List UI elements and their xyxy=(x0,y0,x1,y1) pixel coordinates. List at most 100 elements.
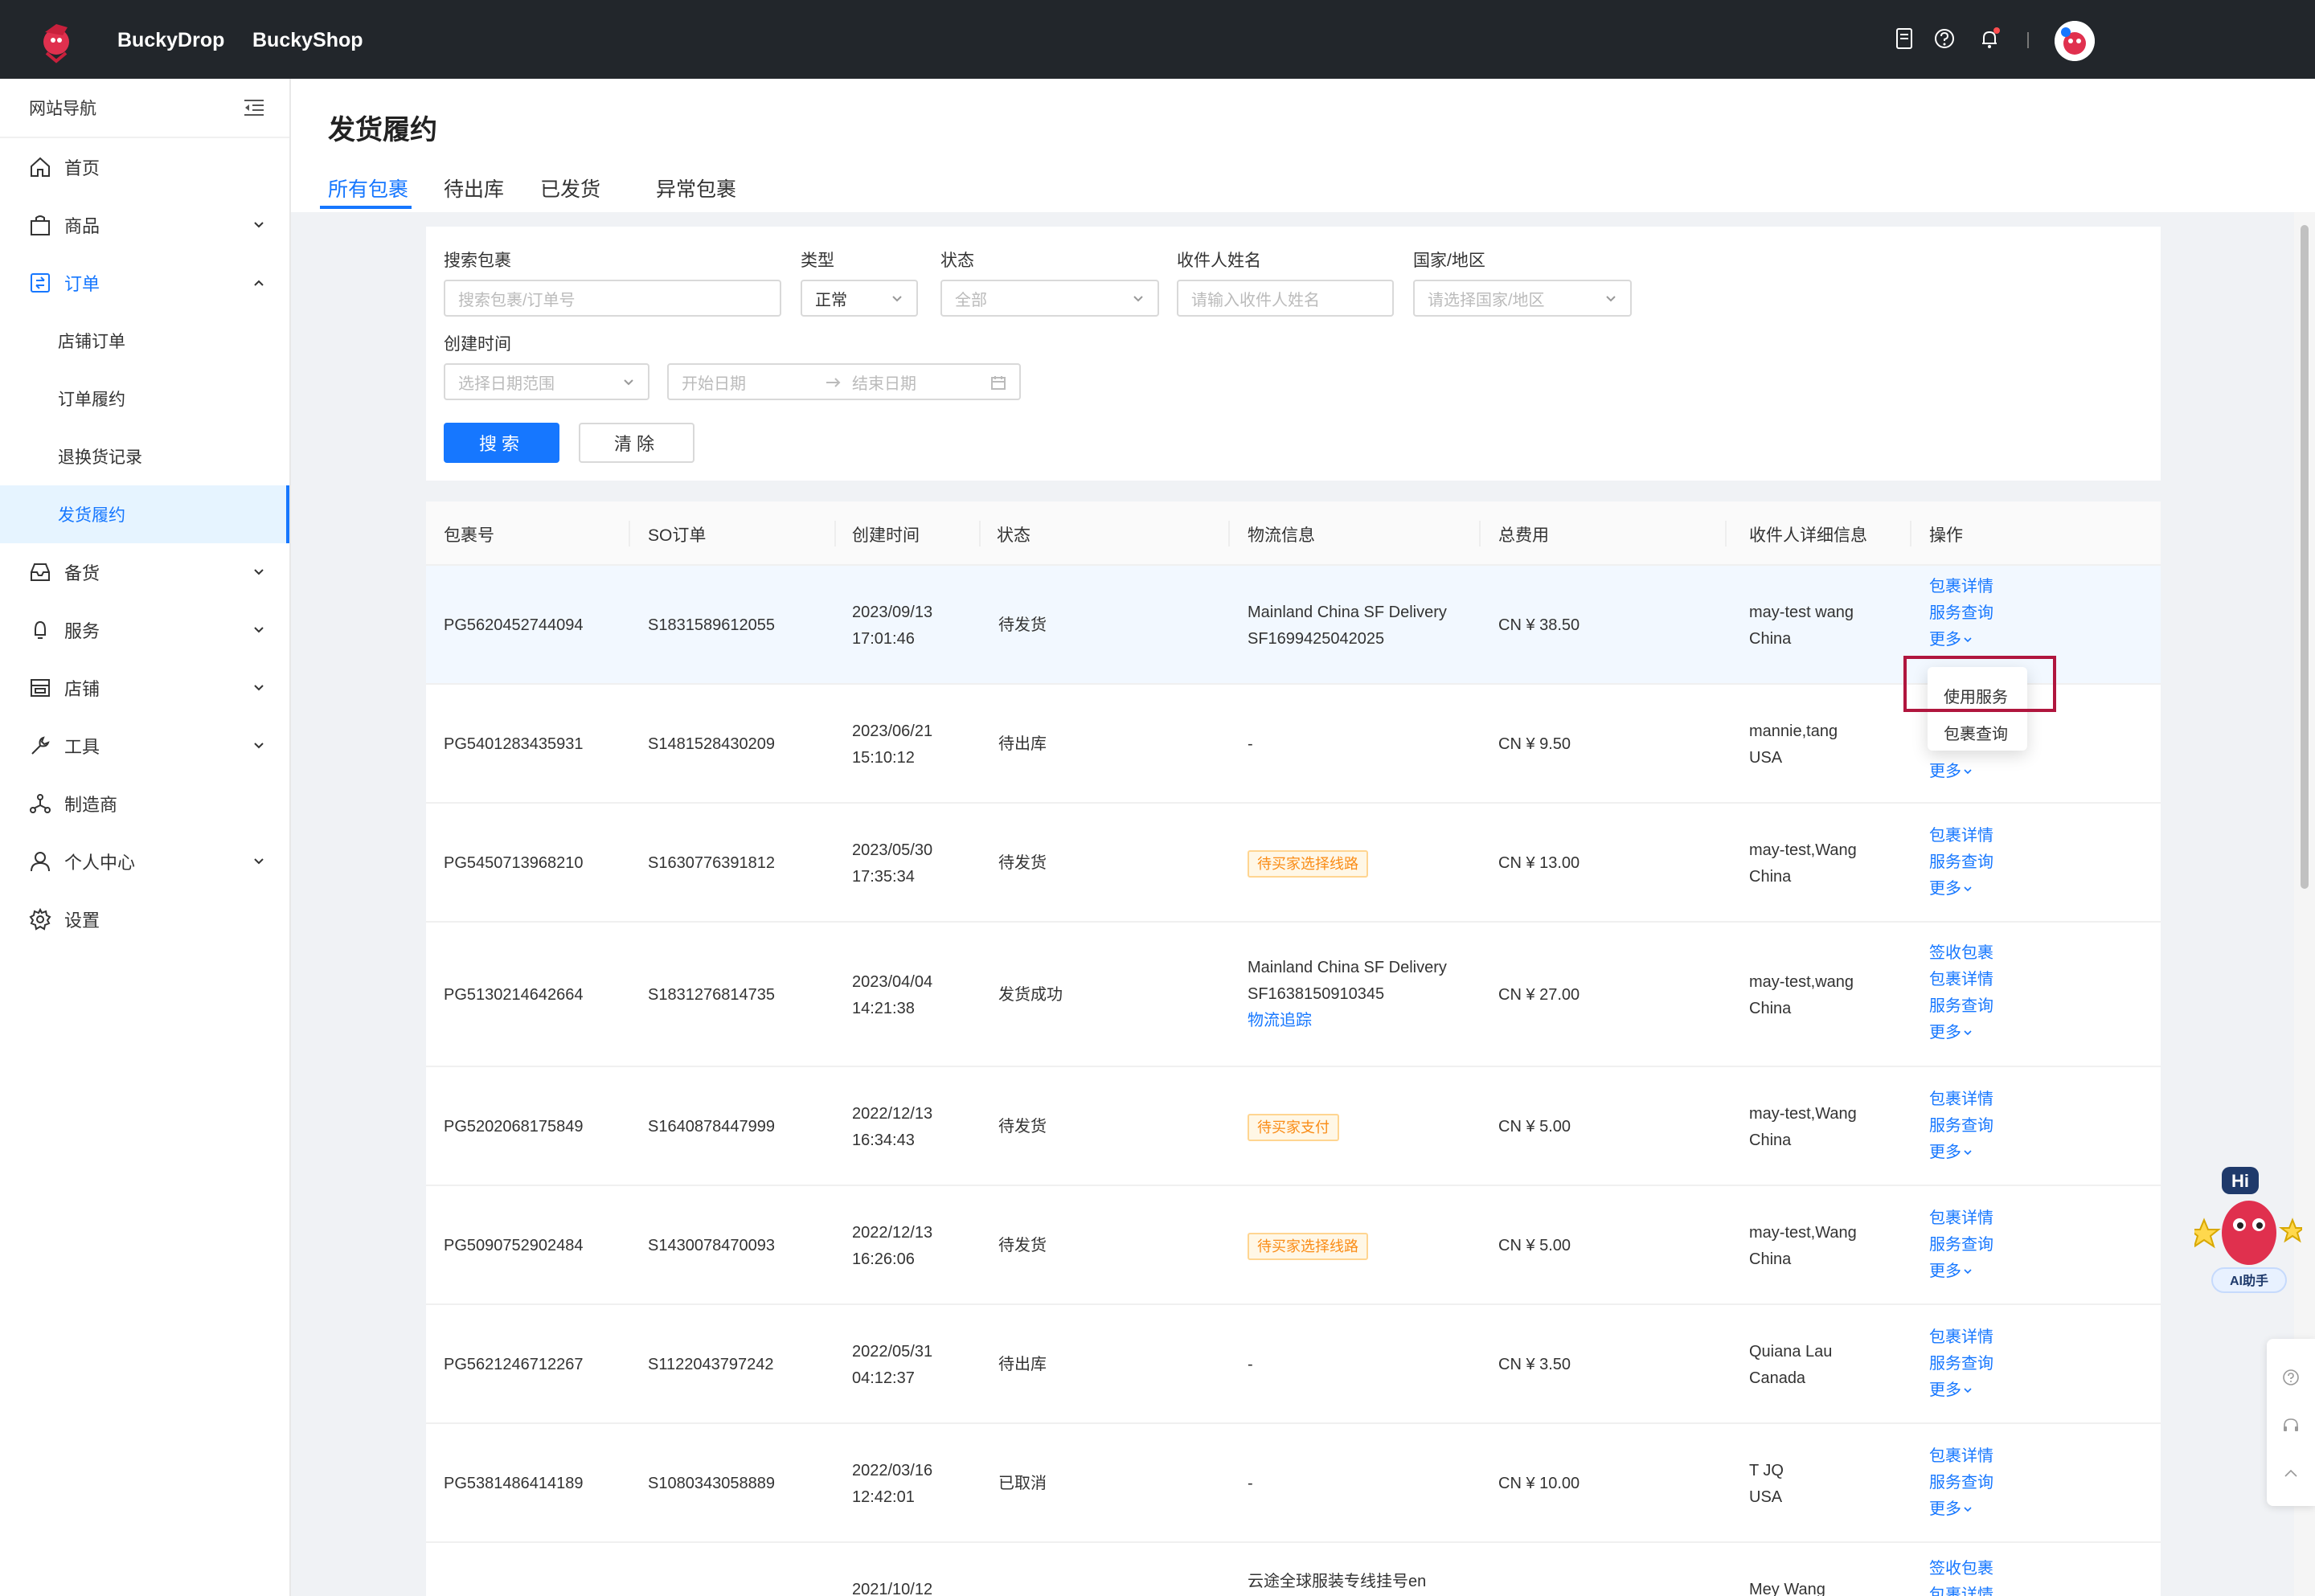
nav-buckydrop[interactable]: BuckyDrop xyxy=(117,29,224,52)
sidebar-item-home[interactable]: 首页 xyxy=(0,138,289,196)
more-link[interactable]: 更多 xyxy=(1929,1258,1993,1285)
help-icon[interactable] xyxy=(1932,27,1956,51)
help-icon[interactable] xyxy=(2281,1368,2301,1387)
collapse-menu-icon[interactable] xyxy=(243,98,265,117)
sign-package-link[interactable]: 签收包裹 xyxy=(1929,1556,1993,1582)
more-link[interactable]: 更多 xyxy=(1929,1140,1993,1166)
track-logistics-link[interactable]: 物流追踪 xyxy=(1248,1012,1312,1029)
date-range-picker[interactable]: 开始日期 结束日期 xyxy=(667,363,1021,400)
sidebar-item-settings[interactable]: 设置 xyxy=(0,890,289,948)
table-row[interactable]: PG5621246712267 S1122043797242 2022/05/3… xyxy=(426,1305,2161,1424)
sidebar-item-shipping-fulfillment[interactable]: 发货履约 xyxy=(0,485,289,543)
package-details-link[interactable]: 包裹详情 xyxy=(1929,823,1993,849)
ai-assistant-icon[interactable]: Hi AI助手 xyxy=(2194,1162,2302,1295)
col-so-order: SO订单 xyxy=(648,526,707,545)
date-range-select[interactable]: 选择日期范围 xyxy=(444,363,649,400)
sidebar-item-manufacturer[interactable]: 制造商 xyxy=(0,775,289,833)
table-row[interactable]: PG5401283435931 S1481528430209 2023/06/2… xyxy=(426,685,2161,804)
bell-icon[interactable] xyxy=(1977,27,2002,51)
more-link[interactable]: 更多 xyxy=(1929,1496,1993,1523)
tab-shipped[interactable]: 已发货 xyxy=(540,174,600,203)
document-icon[interactable] xyxy=(1892,27,1916,51)
sidebar-item-products[interactable]: 商品 xyxy=(0,196,289,254)
country-select[interactable]: 请选择国家/地区 xyxy=(1413,280,1632,317)
more-link[interactable]: 更多 xyxy=(1929,1377,1993,1404)
package-query-menu-item[interactable]: 包裹查询 xyxy=(1928,714,2027,751)
sidebar-item-services[interactable]: 服务 xyxy=(0,601,289,659)
more-link[interactable]: 更多 xyxy=(1929,876,1993,902)
sidebar-item-stock[interactable]: 备货 xyxy=(0,543,289,601)
service-query-link[interactable]: 服务查询 xyxy=(1929,600,1993,627)
search-input[interactable]: 搜索包裹/订单号 xyxy=(444,280,781,317)
status-text: 已取消 xyxy=(998,1475,1047,1492)
sidebar-item-tools[interactable]: 工具 xyxy=(0,717,289,775)
headset-icon[interactable] xyxy=(2281,1416,2301,1435)
tab-all-packages[interactable]: 所有包裹 xyxy=(328,174,408,203)
end-date-placeholder[interactable]: 结束日期 xyxy=(852,370,916,394)
status-select[interactable]: 全部 xyxy=(940,280,1159,317)
back-to-top-icon[interactable] xyxy=(2281,1464,2301,1483)
package-details-link[interactable]: 包裹详情 xyxy=(1929,574,1993,600)
start-date-placeholder[interactable]: 开始日期 xyxy=(682,370,746,394)
store-icon xyxy=(31,679,50,697)
service-query-link[interactable]: 服务查询 xyxy=(1929,1351,1993,1377)
sign-package-link[interactable]: 签收包裹 xyxy=(1929,940,1993,967)
table-row[interactable]: PG5620452744094 S1831589612055 2023/09/1… xyxy=(426,566,2161,685)
bucky-logo-icon[interactable] xyxy=(32,18,82,68)
tracking-number: SF1638150910345 xyxy=(1248,985,1385,1003)
user-avatar[interactable] xyxy=(2055,21,2095,61)
package-details-link[interactable]: 包裹详情 xyxy=(1929,1582,1993,1596)
more-label: 更多 xyxy=(1929,1024,1961,1041)
recipient-info: may-test,Wang China xyxy=(1749,1220,1857,1273)
service-query-link[interactable]: 服务查询 xyxy=(1929,1113,1993,1140)
more-label: 更多 xyxy=(1929,1144,1961,1161)
package-details-link[interactable]: 包裹详情 xyxy=(1929,967,1993,993)
so-order: S1080343058889 xyxy=(648,1475,775,1492)
sidebar-item-profile[interactable]: 个人中心 xyxy=(0,833,289,890)
table-row[interactable]: PG5381486414189 S1080343058889 2022/03/1… xyxy=(426,1424,2161,1543)
sidebar-item-orders[interactable]: 订单 xyxy=(0,254,289,312)
more-link[interactable]: 更多 xyxy=(1929,627,1993,653)
tab-abnormal-packages[interactable]: 异常包裹 xyxy=(656,174,736,203)
package-details-link[interactable]: 包裹详情 xyxy=(1929,1324,1993,1351)
package-details-link[interactable]: 包裹详情 xyxy=(1929,1087,1993,1113)
service-query-link[interactable]: 服务查询 xyxy=(1929,1470,1993,1496)
scrollbar-thumb[interactable] xyxy=(2301,225,2309,889)
sidebar-item-store[interactable]: 店铺 xyxy=(0,659,289,717)
column-divider xyxy=(629,521,630,546)
col-logistics: 物流信息 xyxy=(1248,526,1315,545)
type-select[interactable]: 正常 xyxy=(801,280,918,317)
package-details-link[interactable]: 包裹详情 xyxy=(1929,1443,1993,1470)
search-button[interactable]: 搜索 xyxy=(444,423,559,463)
package-no: PG5401283435931 xyxy=(444,735,584,753)
nav-buckyshop[interactable]: BuckyShop xyxy=(252,29,363,52)
sidebar-header: 网站导航 xyxy=(0,79,289,138)
table-row[interactable]: PG5130214642664 S1831276814735 2023/04/0… xyxy=(426,923,2161,1067)
calendar-icon xyxy=(991,376,1006,390)
status-tag: 待买家支付 xyxy=(1248,1114,1339,1141)
logistics-info: - xyxy=(1248,735,1253,753)
service-query-link[interactable]: 服务查询 xyxy=(1929,993,1993,1020)
sidebar-item-returns[interactable]: 退换货记录 xyxy=(0,428,289,485)
service-query-link[interactable]: 服务查询 xyxy=(1929,849,1993,876)
recipient-input[interactable]: 请输入收件人姓名 xyxy=(1177,280,1394,317)
sidebar-item-order-fulfillment[interactable]: 订单履约 xyxy=(0,370,289,428)
more-link[interactable]: 更多 xyxy=(1929,1020,1993,1046)
sidebar-item-label: 退换货记录 xyxy=(58,448,142,467)
bag-icon xyxy=(31,215,50,235)
col-total-fee: 总费用 xyxy=(1498,526,1549,545)
service-query-link[interactable]: 服务查询 xyxy=(1929,1232,1993,1258)
tab-pending-outbound[interactable]: 待出库 xyxy=(444,174,504,203)
created-time: 2022/03/16 12:42:01 xyxy=(852,1458,932,1511)
table-row[interactable]: PG5202068175849 S1640878447999 2022/12/1… xyxy=(426,1067,2161,1186)
actions-cell: 包裹详情 服务查询 更多 xyxy=(1929,1205,1993,1285)
recipient-country: USA xyxy=(1749,1488,1783,1506)
table-row[interactable]: PG5450713968210 S1630776391812 2023/05/3… xyxy=(426,804,2161,923)
sidebar-item-store-orders[interactable]: 店铺订单 xyxy=(0,312,289,370)
order-icon xyxy=(31,273,50,293)
package-details-link[interactable]: 包裹详情 xyxy=(1929,1205,1993,1232)
clear-button[interactable]: 清除 xyxy=(579,423,694,463)
table-row[interactable]: PG5090752902484 S1430078470093 2022/12/1… xyxy=(426,1186,2161,1305)
more-link[interactable]: 更多 xyxy=(1929,759,1973,785)
table-row[interactable]: 2021/10/12 云途全球服装专线挂号en Mey Wang 签收包裹 包裹… xyxy=(426,1543,2161,1596)
